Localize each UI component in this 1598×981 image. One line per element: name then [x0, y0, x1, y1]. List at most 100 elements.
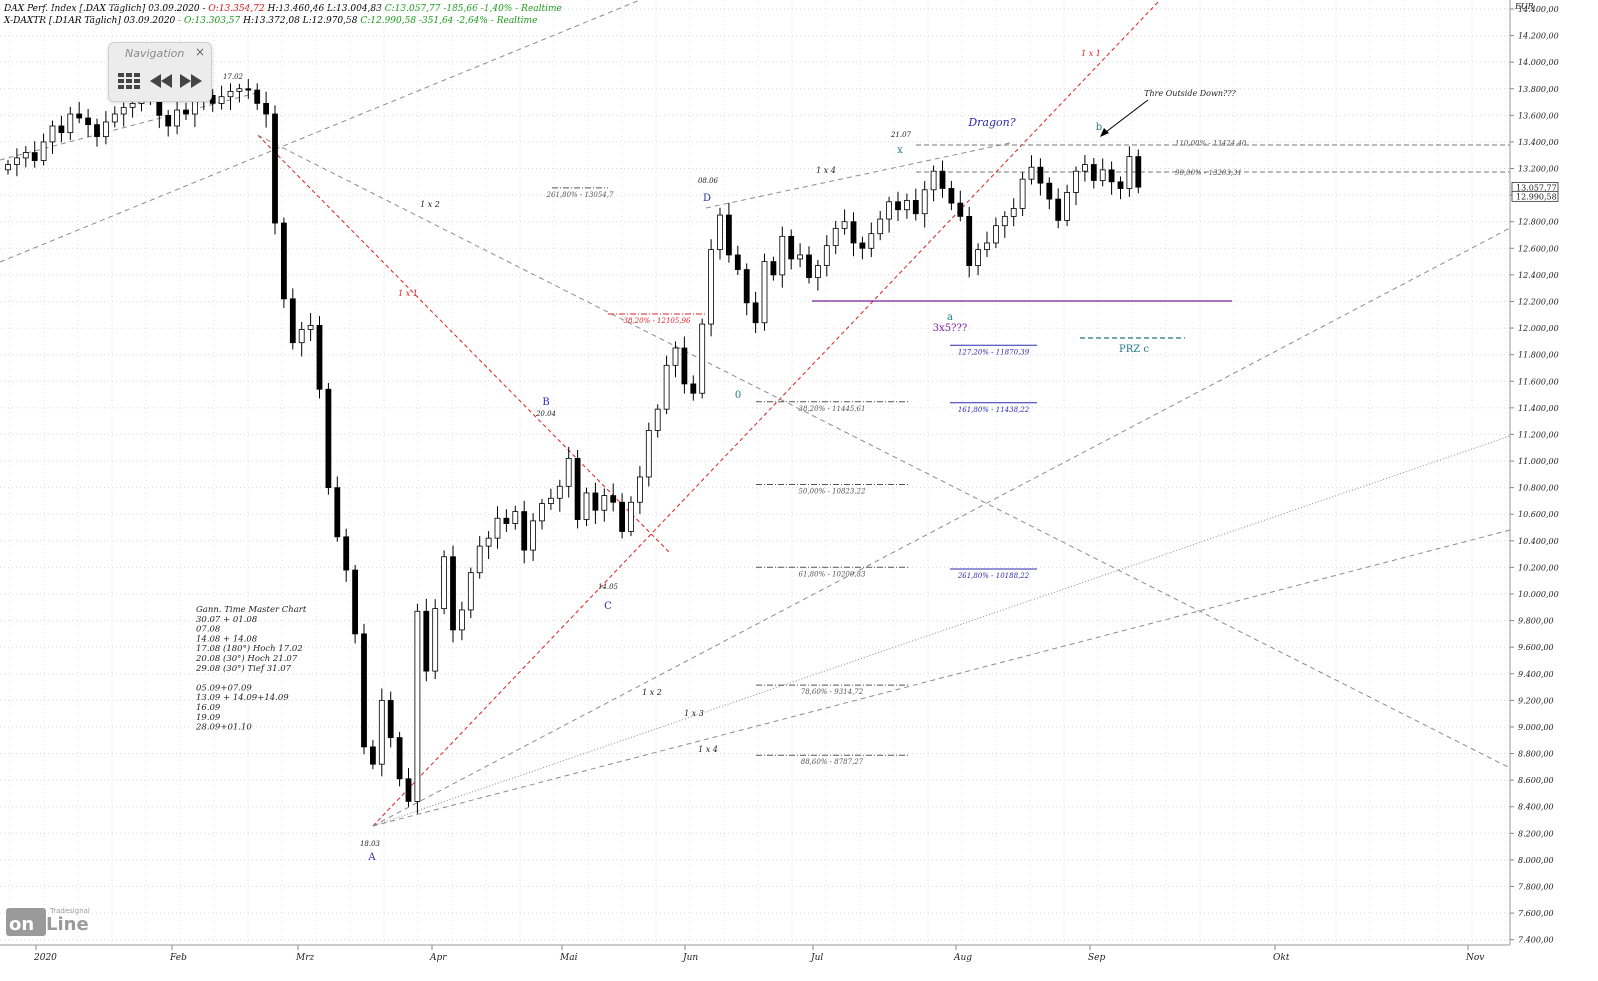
- navigation-panel[interactable]: Navigation ×: [108, 42, 212, 102]
- wave-label-0: 0: [735, 390, 741, 401]
- fib-label: 161,80% - 11438,22: [958, 406, 1030, 414]
- candle-body: [628, 501, 634, 532]
- y-tick-label: 12.600,00: [1518, 244, 1559, 253]
- gann-label: 1 x 2: [642, 688, 662, 697]
- candle-body: [307, 325, 314, 330]
- candle-body: [325, 388, 332, 489]
- y-tick-label: 13.800,00: [1518, 85, 1559, 94]
- candle-body: [601, 495, 608, 511]
- candle-body: [369, 746, 376, 765]
- candle-body: [227, 91, 234, 98]
- candle-body: [850, 221, 857, 244]
- candle-body: [708, 249, 714, 325]
- y-tick-label: 11.400,00: [1518, 404, 1559, 413]
- candle-body: [841, 221, 848, 229]
- candle-body: [690, 383, 697, 394]
- gann-note: 30.07 + 01.08: [196, 615, 258, 625]
- wave-label-D: D: [703, 193, 711, 204]
- gann-note: Gann. Time Master Chart: [196, 605, 307, 615]
- y-tick-label: 9.200,00: [1518, 696, 1554, 705]
- candle-body: [387, 699, 394, 738]
- gann-label: 1 x 1: [1081, 49, 1101, 58]
- wave-date-A: 18.03: [360, 840, 381, 848]
- y-tick-label: 12.400,00: [1518, 271, 1559, 280]
- gann-1x4-up: [372, 529, 1511, 827]
- candle-body: [1126, 156, 1133, 189]
- grid-icon[interactable]: [117, 69, 141, 93]
- y-tick-label: 10.800,00: [1518, 484, 1559, 493]
- y-tick-label: 9.400,00: [1518, 670, 1554, 679]
- candle-body: [1108, 169, 1115, 183]
- candle-body: [423, 610, 430, 672]
- candle-body: [1046, 182, 1053, 200]
- gann-note: 14.08 + 14.08: [196, 634, 258, 644]
- candle-body: [1064, 192, 1070, 221]
- candle-body: [1055, 198, 1062, 221]
- candle-body: [298, 329, 305, 344]
- wave-label-A: A: [367, 852, 376, 863]
- x-tick-label: Nov: [1465, 953, 1484, 963]
- candle-body: [1099, 169, 1106, 181]
- y-axis: 7.400,00 7.600,00 7.800,00 8.000,00 8.200,00…: [1509, 0, 1559, 945]
- candle-body: [645, 430, 652, 478]
- close-icon[interactable]: ×: [195, 45, 205, 59]
- rewind-icon[interactable]: [149, 69, 173, 93]
- candle-body: [1073, 170, 1079, 193]
- logo-top: Tradesignal: [49, 907, 90, 915]
- candle-body: [637, 476, 643, 503]
- tradesignal-online-logo: on Line Tradesignal: [6, 904, 106, 942]
- gann-note: 07.08: [196, 625, 221, 635]
- candle-body: [539, 503, 545, 522]
- x-tick-label: Feb: [169, 953, 187, 963]
- candle-body: [1117, 181, 1124, 189]
- candle-body: [414, 610, 421, 802]
- y-tick-label: 11.800,00: [1518, 351, 1559, 360]
- x-axis: 2020 Feb Mrz Apr Mai Jun Jul Aug Sep Okt Nov: [0, 944, 1510, 963]
- fib-label: 78,60% - 9314,72: [801, 688, 864, 696]
- fib-label: 88,60% - 8787,27: [801, 758, 864, 766]
- candle-body: [85, 117, 91, 126]
- x-tick-label: Jun: [681, 953, 698, 963]
- candle-body: [895, 201, 901, 211]
- candle-body: [521, 511, 528, 551]
- candle-body: [111, 113, 118, 123]
- outside-arrow: [1101, 99, 1149, 136]
- candle-body: [984, 242, 990, 251]
- candle-body: [548, 497, 554, 504]
- candle-body: [378, 699, 385, 765]
- wave-label-C: C: [604, 601, 612, 612]
- candle-body: [815, 265, 821, 278]
- candles: [5, 78, 1142, 814]
- navigation-title: Navigation: [125, 47, 185, 60]
- x-tick-label: Mai: [559, 953, 578, 963]
- fib-label: 110,00% - 13424,40: [1175, 140, 1247, 148]
- candle-body: [975, 249, 981, 266]
- candle-body: [1019, 178, 1026, 209]
- candle-body: [619, 501, 625, 532]
- candle-body: [432, 608, 439, 672]
- candle-body: [289, 298, 296, 344]
- candle-body: [877, 218, 884, 235]
- candle-body: [1028, 166, 1035, 180]
- candle-body: [806, 254, 812, 278]
- dax-chart[interactable]: 261,80% - 13054,7 38,20% - 12105,96 38,20%…: [0, 0, 1598, 981]
- gann-1x2-down: [257, 134, 1511, 769]
- three-x-label: 3x5???: [933, 323, 967, 334]
- y-tick-label: 12.200,00: [1518, 297, 1559, 306]
- d-x-line: [705, 142, 1011, 209]
- candle-body: [1090, 164, 1097, 181]
- y-tick-label: 7.800,00: [1518, 882, 1554, 891]
- y-tick-label: 11.600,00: [1518, 377, 1559, 386]
- candle-body: [761, 261, 768, 324]
- fast-forward-icon[interactable]: [179, 69, 203, 93]
- prz-label: PRZ c: [1119, 344, 1149, 355]
- y-tick-label: 10.400,00: [1518, 537, 1559, 546]
- gann-note: 20.08 (30°) Hoch 21.07: [195, 653, 298, 664]
- y-tick-label: 12.800,00: [1518, 218, 1559, 227]
- y-tick-label: 12.000,00: [1518, 324, 1559, 333]
- candle-body: [218, 96, 225, 104]
- gann-note: 19.09: [196, 713, 221, 723]
- y-tick-label: 13.400,00: [1518, 138, 1559, 147]
- gann-note: 28.09+01.10: [195, 723, 252, 733]
- candle-body: [1082, 164, 1088, 172]
